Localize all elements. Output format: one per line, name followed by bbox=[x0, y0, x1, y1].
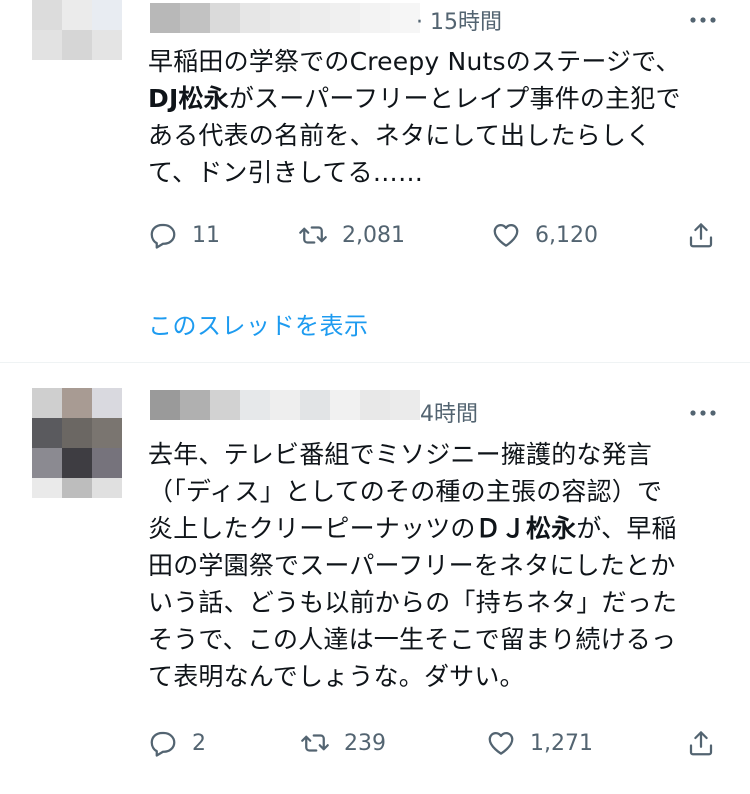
reply-icon bbox=[150, 223, 176, 249]
reply-count: 2 bbox=[192, 730, 206, 756]
timestamp[interactable]: · 15時間 bbox=[416, 4, 502, 36]
share-icon bbox=[689, 731, 713, 756]
mention-highlight: DJ松永 bbox=[148, 84, 229, 113]
text-line: て、ドン引きしてる…… bbox=[148, 158, 424, 187]
dot-separator: · bbox=[416, 10, 430, 35]
like-icon bbox=[488, 732, 514, 755]
reply-count: 11 bbox=[192, 222, 220, 248]
tweet-text: 早稲田の学祭でのCreepy Nutsのステージで、 DJ松永がスーパーフリーと… bbox=[148, 43, 718, 191]
text-line: DJ松永がスーパーフリーとレイプ事件の主犯で bbox=[148, 84, 681, 113]
tweet-2[interactable]: 4時間 去年、テレビ番組でミソジニー擁護的な発言 （「ディス」としてのその種の主… bbox=[0, 363, 750, 794]
retweet-button[interactable]: 2,081 bbox=[298, 215, 405, 255]
tweet-text: 去年、テレビ番組でミソジニー擁護的な発言 （「ディス」としてのその種の主張の容認… bbox=[148, 436, 718, 695]
retweet-count: 2,081 bbox=[342, 222, 405, 248]
avatar[interactable] bbox=[32, 388, 122, 478]
like-count: 6,120 bbox=[535, 222, 598, 248]
more-icon[interactable] bbox=[688, 403, 718, 423]
tweet-1[interactable]: · 15時間 早稲田の学祭でのCreepy Nutsのステージで、 DJ松永がス… bbox=[0, 0, 750, 340]
text-line: 去年、テレビ番組でミソジニー擁護的な発言 bbox=[148, 440, 653, 469]
display-name-redacted[interactable] bbox=[150, 390, 420, 420]
avatar-edge bbox=[32, 478, 122, 498]
share-icon bbox=[689, 223, 713, 248]
timestamp[interactable]: 4時間 bbox=[420, 396, 478, 428]
reply-button[interactable]: 11 bbox=[148, 215, 220, 255]
retweet-count: 239 bbox=[344, 730, 386, 756]
like-button[interactable]: 6,120 bbox=[491, 215, 598, 255]
share-button[interactable] bbox=[686, 723, 716, 763]
avatar[interactable] bbox=[32, 0, 122, 60]
tweet-actions: 11 2,081 6,120 bbox=[148, 215, 718, 255]
text-line: 炎上したクリーピーナッツのＤＪ松永が、早稲 bbox=[148, 514, 677, 543]
like-button[interactable]: 1,271 bbox=[486, 723, 593, 763]
more-icon[interactable] bbox=[688, 10, 718, 30]
show-thread-link[interactable]: このスレッドを表示 bbox=[148, 306, 369, 341]
text-line: 田の学園祭でスーパーフリーをネタにしたとか bbox=[148, 551, 676, 580]
tweet-actions: 2 239 1,271 bbox=[148, 723, 718, 763]
text-line: （「ディス」としてのその種の主張の容認）で bbox=[148, 477, 663, 506]
reply-button[interactable]: 2 bbox=[148, 723, 206, 763]
text-line: 早稲田の学祭でのCreepy Nutsのステージで、 bbox=[148, 47, 681, 76]
text-line: て表明なんでしょうな。ダサい。 bbox=[148, 662, 525, 691]
mention-highlight: ＤＪ松永 bbox=[475, 514, 577, 543]
like-icon bbox=[493, 224, 519, 247]
like-count: 1,271 bbox=[530, 730, 593, 756]
share-button[interactable] bbox=[686, 215, 716, 255]
text-line: いう話、どうも以前からの「持ちネタ」だった bbox=[148, 588, 678, 617]
reply-icon bbox=[150, 731, 176, 757]
retweet-icon bbox=[299, 226, 327, 244]
text-line: そうで、この人達は一生そこで留まり続けるっ bbox=[148, 625, 677, 654]
text-line: ある代表の名前を、ネタにして出したらしく bbox=[148, 121, 652, 150]
retweet-icon bbox=[301, 734, 329, 752]
display-name-redacted[interactable] bbox=[150, 3, 420, 33]
retweet-button[interactable]: 239 bbox=[300, 723, 386, 763]
